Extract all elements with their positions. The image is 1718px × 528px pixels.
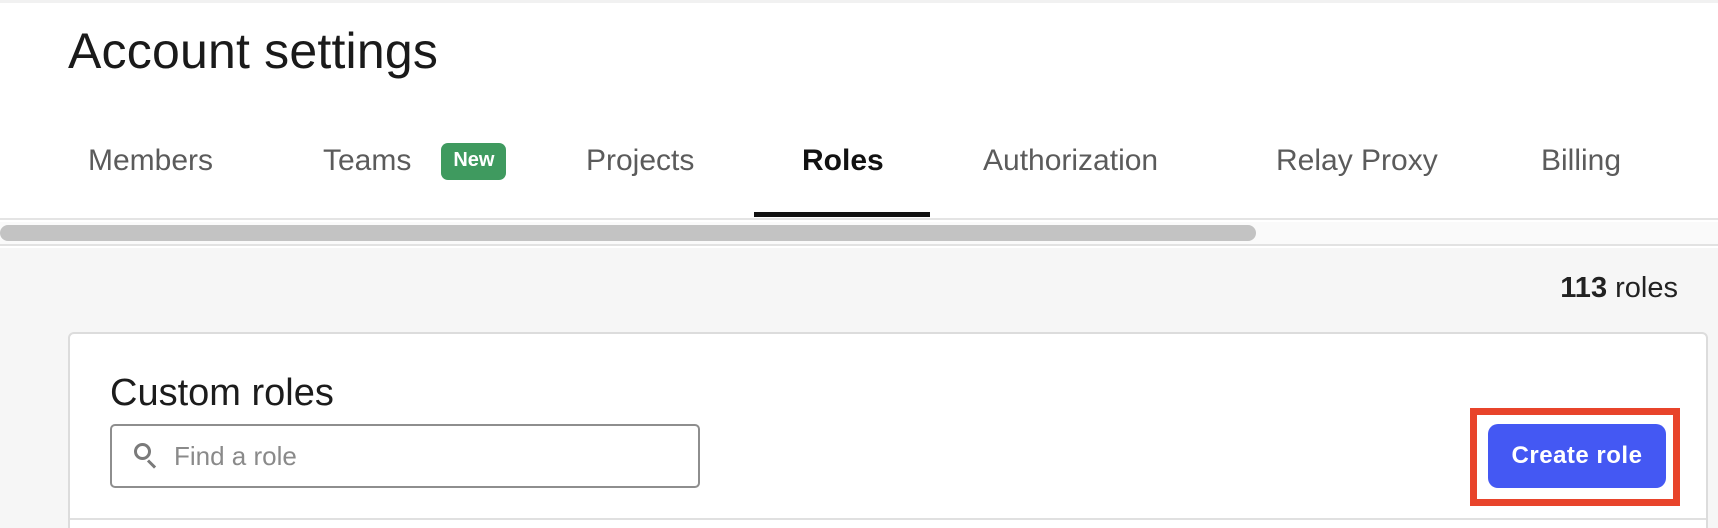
active-tab-indicator bbox=[754, 212, 930, 217]
tab-teams-label: Teams bbox=[323, 144, 412, 177]
tab-projects-label: Projects bbox=[586, 144, 695, 177]
page-title: Account settings bbox=[68, 23, 439, 79]
scrollbar-thumb[interactable] bbox=[0, 225, 1256, 241]
tab-relay-proxy-label: Relay Proxy bbox=[1276, 144, 1438, 177]
roles-content: 113 roles Custom roles bbox=[0, 248, 1718, 528]
horizontal-scrollbar[interactable] bbox=[0, 222, 1718, 246]
role-search-input[interactable] bbox=[174, 431, 694, 481]
roles-count-number: 113 bbox=[1560, 272, 1608, 304]
roles-count-unit: roles bbox=[1615, 272, 1678, 304]
tab-projects[interactable]: Projects bbox=[586, 120, 694, 218]
tab-billing[interactable]: Billing bbox=[1541, 120, 1621, 218]
role-search-field[interactable] bbox=[110, 424, 700, 488]
tab-relay-proxy[interactable]: Relay Proxy bbox=[1276, 120, 1438, 218]
custom-roles-card: Custom roles bbox=[68, 332, 1708, 528]
tab-billing-label: Billing bbox=[1541, 144, 1622, 177]
tab-authorization[interactable]: Authorization bbox=[983, 120, 1158, 218]
card-divider bbox=[70, 518, 1706, 520]
account-settings-page: Account settings Members Teams New Proje… bbox=[0, 0, 1718, 528]
tab-roles[interactable]: Roles bbox=[802, 120, 884, 218]
tabs-divider bbox=[0, 218, 1718, 220]
tab-teams[interactable]: Teams New bbox=[323, 120, 507, 218]
create-role-button[interactable]: Create role bbox=[1488, 424, 1666, 488]
new-badge: New bbox=[441, 142, 507, 180]
search-icon bbox=[134, 443, 160, 469]
tab-members-label: Members bbox=[88, 144, 214, 177]
top-border bbox=[0, 0, 1718, 3]
custom-roles-title: Custom roles bbox=[110, 372, 334, 414]
tab-roles-label: Roles bbox=[802, 144, 884, 177]
settings-tabs: Members Teams New Projects Roles Authori… bbox=[0, 120, 1718, 220]
tab-members[interactable]: Members bbox=[88, 120, 213, 218]
tab-authorization-label: Authorization bbox=[983, 144, 1159, 177]
roles-count: 113 roles bbox=[1560, 272, 1678, 305]
